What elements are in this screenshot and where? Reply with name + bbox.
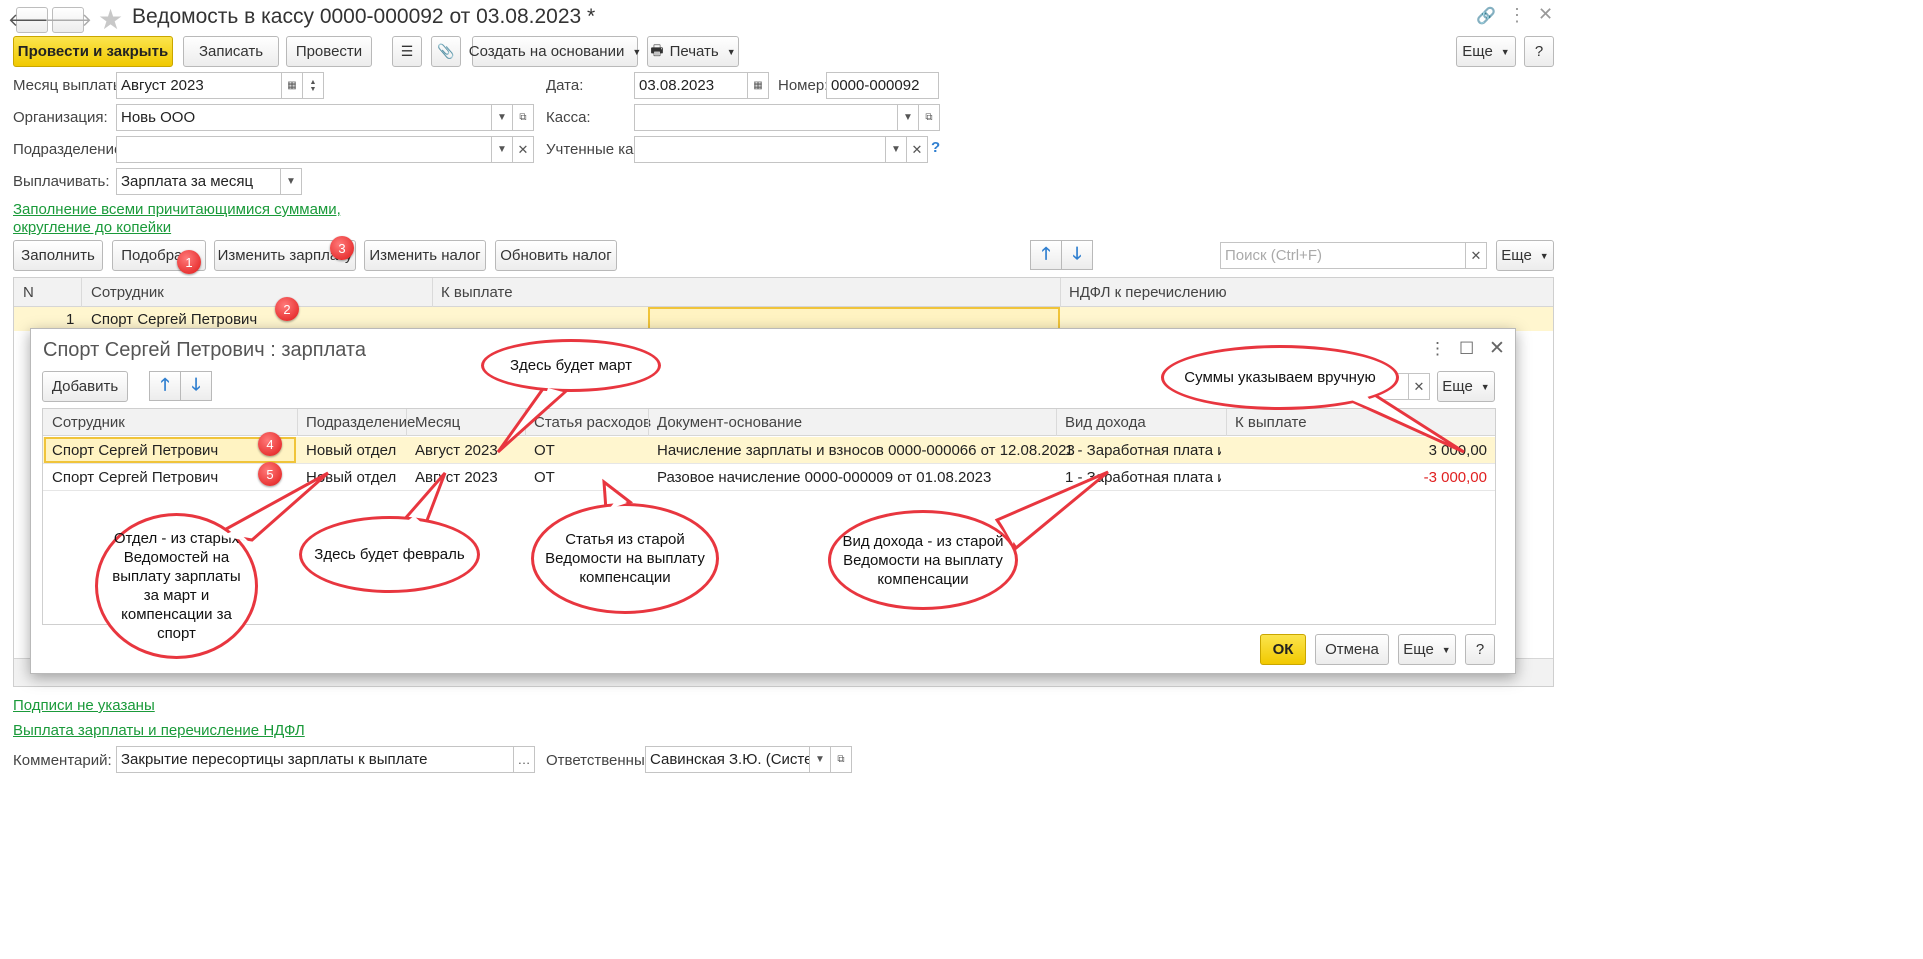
marker-4: 4 [258, 432, 282, 456]
marker-1: 1 [177, 250, 201, 274]
marker-2: 2 [275, 297, 299, 321]
marker-5: 5 [258, 462, 282, 486]
marker-3: 3 [330, 236, 354, 260]
annotation-tail-joins [221, 388, 1380, 544]
